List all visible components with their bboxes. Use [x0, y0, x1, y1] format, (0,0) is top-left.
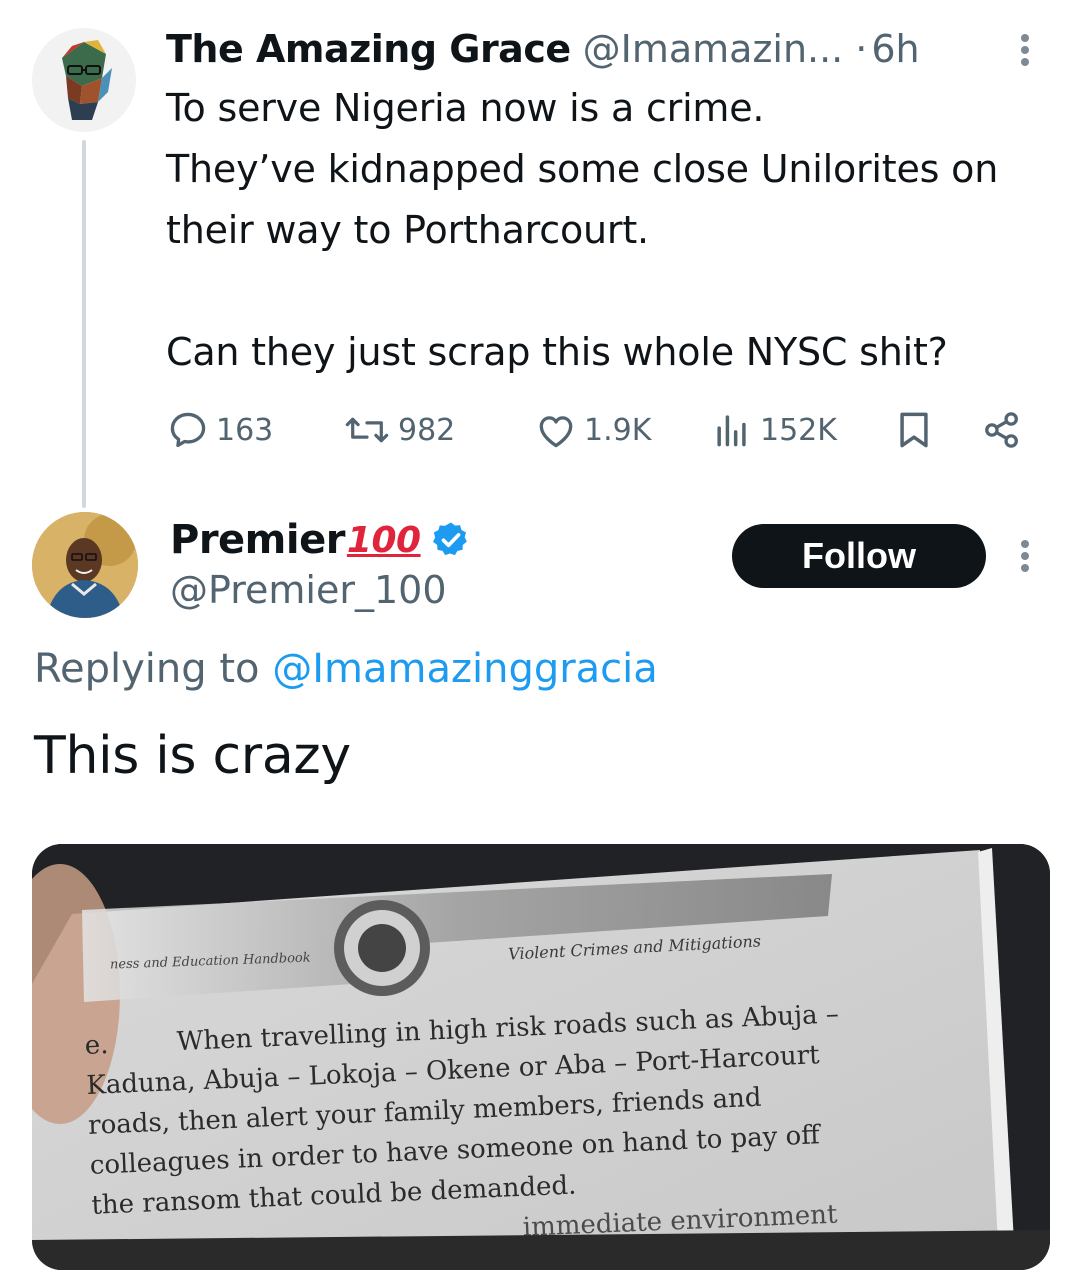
follow-button[interactable]: Follow	[732, 524, 986, 588]
reply-author-avatar[interactable]	[32, 512, 138, 618]
share-button[interactable]	[980, 400, 1024, 460]
retweet-count: 982	[398, 412, 456, 448]
tweet-timestamp[interactable]: 6h	[871, 27, 919, 71]
verified-badge-icon[interactable]	[431, 520, 471, 560]
original-author-name[interactable]: The Amazing Grace	[166, 27, 571, 71]
like-count: 1.9K	[584, 412, 652, 448]
views-icon	[717, 415, 746, 447]
reply-author-handle[interactable]: @Premier_100	[170, 568, 447, 612]
reply-more-options-icon[interactable]	[1020, 540, 1030, 572]
original-author-handle[interactable]: @Imamazin...	[583, 27, 844, 71]
replying-to-handle-link[interactable]: @Imamazinggracia	[272, 646, 658, 692]
reply-author-name: Premier	[170, 517, 345, 563]
like-icon	[539, 416, 573, 448]
avatar-portrait-icon	[32, 28, 136, 132]
replying-prefix: Replying to	[34, 646, 273, 692]
reply-icon	[170, 412, 206, 448]
header-separator: ·	[855, 27, 868, 71]
thread-connector-line	[82, 140, 86, 508]
like-button[interactable]: 1.9K	[534, 400, 651, 460]
replying-to-line: Replying to @Imamazinggracia	[34, 646, 658, 692]
original-tweet-text: To serve Nigeria now is a crime. They’ve…	[166, 86, 999, 374]
retweet-button[interactable]: 982	[342, 400, 455, 460]
reply-author-name-row[interactable]: Premier 100	[170, 512, 471, 568]
original-tweet-header: The Amazing Grace @Imamazin... · 6h	[166, 24, 1026, 74]
more-options-icon[interactable]	[1020, 34, 1030, 66]
bookmark-button[interactable]	[892, 400, 936, 460]
hundred-emoji: 100	[346, 519, 421, 561]
tweet-action-bar: 163 982 1.9K 152K	[166, 400, 1026, 460]
handbook-passage: e. When travelling in high risk roads suc…	[84, 994, 853, 1266]
bookmark-icon	[900, 412, 928, 448]
reply-button[interactable]: 163	[166, 400, 273, 460]
original-author-avatar[interactable]	[32, 28, 136, 132]
passage-item-label: e.	[84, 1030, 110, 1061]
reply-count: 163	[216, 412, 274, 448]
views-count: 152K	[760, 412, 837, 448]
retweet-icon	[345, 417, 389, 443]
avatar-photo-icon	[32, 512, 138, 618]
share-icon	[985, 412, 1018, 448]
views-button[interactable]: 152K	[710, 400, 837, 460]
reply-tweet-text: This is crazy	[34, 726, 351, 786]
